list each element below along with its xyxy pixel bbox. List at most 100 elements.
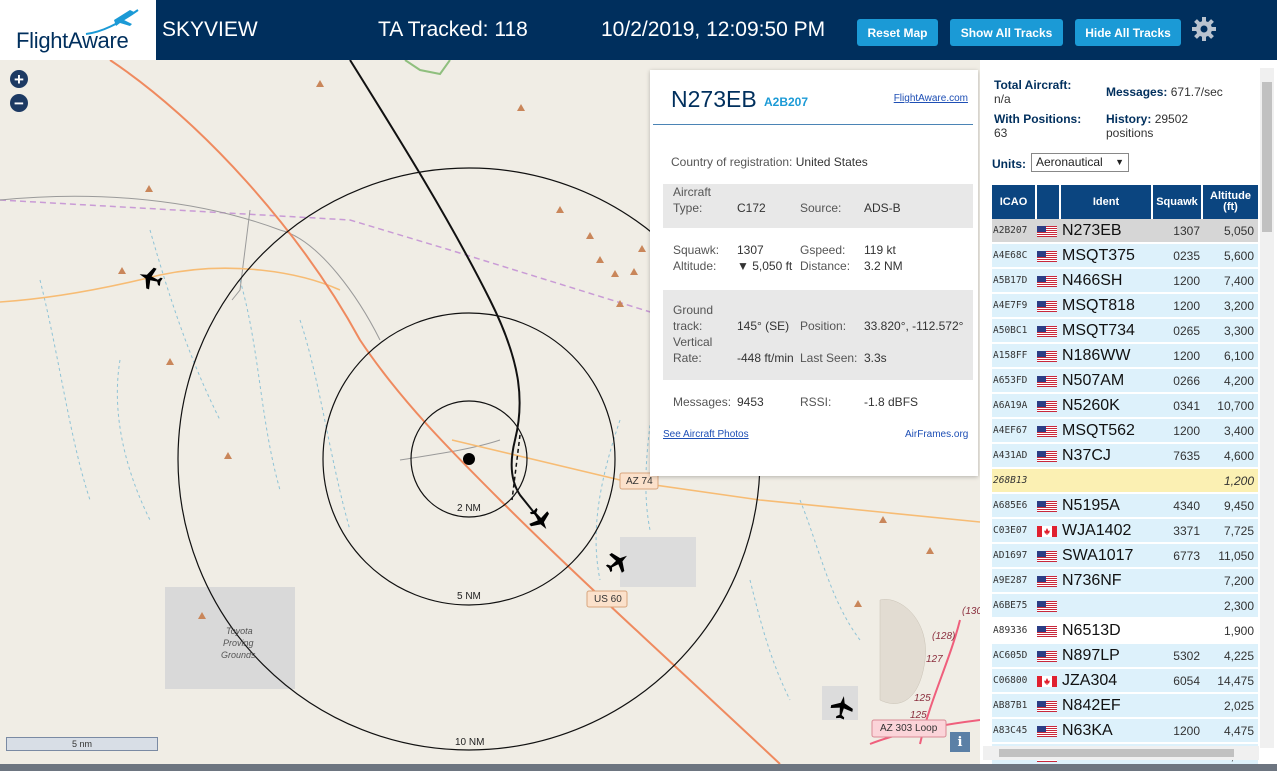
- table-row[interactable]: A50BC1 MSQT734 0265 3,300: [992, 319, 1258, 343]
- row-squawk: 5302: [1173, 649, 1200, 663]
- column-header-icao[interactable]: ICAO: [992, 185, 1035, 219]
- flightaware-link[interactable]: FlightAware.com: [894, 93, 968, 104]
- aircraft-type-label-1: Aircraft: [673, 185, 712, 199]
- horizontal-scroll-thumb[interactable]: [999, 749, 1234, 757]
- row-altitude: 5,050: [1223, 224, 1254, 238]
- row-altitude: 5,600: [1223, 249, 1254, 263]
- squawk-block: Squawk: 1307 Gspeed: 119 kt Altitude: ▼ …: [663, 242, 973, 282]
- road-label-125b: 125: [910, 710, 927, 721]
- table-row[interactable]: A431AD N37CJ 7635 4,600: [992, 444, 1258, 468]
- aircraft-marker[interactable]: [136, 264, 165, 293]
- table-row[interactable]: A5B17D N466SH 1200 7,400: [992, 269, 1258, 293]
- table-row[interactable]: 268B13 1,200: [992, 469, 1258, 493]
- show-all-tracks-button[interactable]: Show All Tracks: [950, 19, 1063, 46]
- hide-all-tracks-button[interactable]: Hide All Tracks: [1075, 19, 1181, 46]
- row-squawk: 6773: [1173, 549, 1200, 563]
- table-row[interactable]: C03E07 WJA1402 3371 7,725: [992, 519, 1258, 543]
- units-select[interactable]: Aeronautical ▼: [1031, 153, 1129, 172]
- receiver-site-marker: [463, 453, 475, 465]
- map-attribution-info-button[interactable]: i: [950, 732, 970, 752]
- table-row[interactable]: A89336 N6513D 1,900: [992, 619, 1258, 643]
- row-squawk: 1307: [1173, 224, 1200, 238]
- place-label-line3: Grounds: [221, 650, 256, 660]
- zoom-out-button[interactable]: −: [10, 94, 28, 112]
- vertical-scrollbar[interactable]: [1260, 68, 1274, 748]
- row-ident: N273EB: [1062, 222, 1122, 239]
- row-altitude: 10,700: [1217, 399, 1254, 413]
- road-label-us60: US 60: [594, 594, 622, 605]
- messages-rate-value: 671.7/sec: [1170, 85, 1223, 99]
- table-row[interactable]: A6BE75 2,300: [992, 594, 1258, 618]
- table-row[interactable]: A9E287 N736NF 7,200: [992, 569, 1258, 593]
- ground-track-label-2: track:: [673, 319, 703, 333]
- row-icao: C03E07: [993, 525, 1028, 536]
- row-icao: AD1697: [993, 550, 1028, 561]
- row-ident: N5260K: [1062, 397, 1120, 414]
- row-flag: [1037, 544, 1059, 568]
- row-flag: [1037, 669, 1059, 693]
- zoom-in-button[interactable]: +: [10, 70, 28, 88]
- top-bar: FlightAware SKYVIEW TA Tracked: 118 10/2…: [0, 0, 1277, 60]
- us-flag-icon: [1037, 701, 1057, 712]
- reset-map-button[interactable]: Reset Map: [857, 19, 938, 46]
- map-scale-bar: 5 nm: [6, 737, 158, 751]
- table-row[interactable]: A653FD N507AM 0266 4,200: [992, 369, 1258, 393]
- row-squawk: 1200: [1173, 724, 1200, 738]
- squawk-label: Squawk:: [673, 243, 720, 257]
- town-area: [879, 599, 926, 704]
- row-ident: WJA1402: [1062, 522, 1132, 539]
- row-flag: [1037, 494, 1059, 518]
- row-flag: [1037, 319, 1059, 343]
- row-altitude: 11,050: [1218, 549, 1254, 563]
- table-row[interactable]: A4EF67 MSQT562 1200 3,400: [992, 419, 1258, 443]
- place-label-line1: Toyota: [226, 626, 253, 636]
- row-ident: MSQT734: [1062, 322, 1135, 339]
- row-icao: A431AD: [993, 450, 1028, 461]
- horizontal-scrollbar[interactable]: [983, 746, 1259, 760]
- source-label: Source:: [800, 201, 842, 215]
- table-row[interactable]: A158FF N186WW 1200 6,100: [992, 344, 1258, 368]
- table-row[interactable]: A83C45 N63KA 1200 4,475: [992, 719, 1258, 743]
- range-label-5nm: 5 NM: [457, 591, 481, 602]
- row-squawk: [1154, 619, 1200, 643]
- row-flag: [1037, 719, 1059, 743]
- units-label: Units:: [992, 157, 1026, 171]
- column-header-squawk[interactable]: Squawk: [1153, 185, 1201, 219]
- us-flag-icon: [1037, 576, 1057, 587]
- airframes-link[interactable]: AirFrames.org: [905, 429, 968, 440]
- column-header-flag[interactable]: [1037, 185, 1059, 219]
- table-row[interactable]: A6A19A N5260K 0341 10,700: [992, 394, 1258, 418]
- table-row[interactable]: AD1697 SWA1017 6773 11,050: [992, 544, 1258, 568]
- aircraft-type-value: C172: [737, 201, 766, 215]
- with-positions-stat: With Positions: 63: [994, 112, 1104, 140]
- messages-rate-label: Messages:: [1106, 85, 1168, 99]
- table-row[interactable]: A4E7F9 MSQT818 1200 3,200: [992, 294, 1258, 318]
- row-flag: [1037, 419, 1059, 443]
- flightaware-logo[interactable]: FlightAware: [0, 0, 156, 60]
- aircraft-n273eb-marker[interactable]: [524, 504, 555, 535]
- rssi-label: RSSI:: [800, 395, 832, 409]
- distance-label: Distance:: [800, 259, 851, 273]
- table-row[interactable]: AB87B1 N842EF 2,025: [992, 694, 1258, 718]
- vertical-scroll-thumb[interactable]: [1262, 82, 1272, 232]
- park-outline: [404, 60, 451, 76]
- column-header-altitude[interactable]: Altitude (ft): [1203, 185, 1258, 219]
- table-row[interactable]: A685E6 N5195A 4340 9,450: [992, 494, 1258, 518]
- table-row[interactable]: A4E68C MSQT375 0235 5,600: [992, 244, 1258, 268]
- row-altitude: 7,400: [1223, 274, 1254, 288]
- row-squawk: 4340: [1173, 499, 1200, 513]
- row-icao: A9E287: [993, 575, 1028, 586]
- table-row[interactable]: C06800 JZA304 6054 14,475: [992, 669, 1258, 693]
- aircraft-photos-link[interactable]: See Aircraft Photos: [663, 429, 749, 440]
- country-row: Country of registration: United States: [671, 155, 868, 169]
- row-flag: [1037, 694, 1059, 718]
- tracked-count: TA Tracked: 118: [378, 18, 528, 41]
- row-squawk: [1154, 569, 1200, 593]
- aircraft-type-label-2: Type:: [673, 201, 703, 215]
- column-header-ident[interactable]: Ident: [1061, 185, 1151, 219]
- settings-gear-icon[interactable]: [1191, 16, 1217, 42]
- place-label-line2: Proving: [223, 638, 254, 648]
- us-flag-icon: [1037, 451, 1057, 462]
- table-row[interactable]: AC605D N897LP 5302 4,225: [992, 644, 1258, 668]
- table-row[interactable]: A2B207 N273EB 1307 5,050: [992, 219, 1258, 243]
